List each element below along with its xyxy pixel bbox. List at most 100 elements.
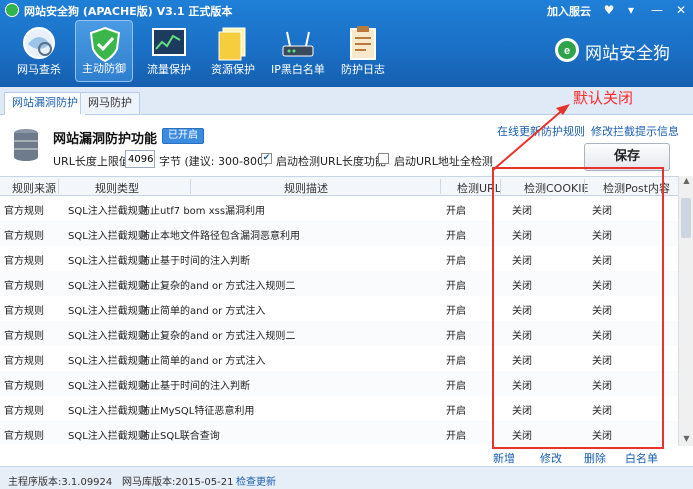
status-bar: 主程序版本:3.1.09924 网马库版本:2015-05-21 检查更新	[0, 466, 693, 489]
column-divider	[440, 179, 441, 194]
whitelist-link[interactable]: 白名单	[625, 450, 658, 466]
menu-icon[interactable]: ▾	[622, 2, 640, 18]
update-rules-link[interactable]: 在线更新防护规则	[497, 123, 585, 139]
table-cell: 官方规则	[4, 381, 44, 392]
table-cell: 官方规则	[4, 231, 44, 242]
nav-item-ip-list[interactable]: IP黑白名单	[269, 20, 327, 82]
table-cell: 防止复杂的and or 方式注入规则二	[140, 281, 296, 292]
check-url-full-label: 启动URL地址全检测	[394, 155, 493, 168]
table-cell: 官方规则	[4, 281, 44, 292]
scroll-thumb[interactable]	[681, 198, 691, 238]
add-rule-link[interactable]: 新增	[493, 450, 515, 466]
check-update-link[interactable]: 检查更新	[236, 473, 276, 488]
annotation-box	[492, 167, 664, 449]
table-cell: 开启	[446, 381, 466, 392]
table-cell: 开启	[446, 356, 466, 367]
main-version: 主程序版本:3.1.09924	[8, 477, 113, 488]
nav-label: 主动防御	[82, 62, 126, 75]
brand-name: 网站安全狗	[585, 44, 670, 64]
table-cell: SQL注入拦截规则	[68, 206, 148, 217]
nav-label: 资源保护	[211, 63, 255, 76]
table-cell: SQL注入拦截规则	[68, 306, 148, 317]
delete-rule-link[interactable]: 删除	[584, 450, 606, 466]
db-version: 网马库版本:2015-05-21	[122, 477, 234, 488]
app-header: 网站安全狗 (APACHE版) V3.1 正式版本 加入服云 ♥ ▾ — ✕ 网…	[0, 0, 693, 87]
table-cell: 开启	[446, 256, 466, 267]
scroll-up-icon[interactable]: ▲	[679, 176, 693, 188]
table-cell: 官方规则	[4, 406, 44, 417]
table-cell: SQL注入拦截规则	[68, 381, 148, 392]
table-cell: 防止简单的and or 方式注入	[140, 306, 266, 317]
close-button[interactable]: ✕	[672, 2, 690, 18]
tab-vuln-protect[interactable]: 网站漏洞防护	[4, 92, 86, 115]
url-limit-label: URL长度上限值:	[53, 155, 134, 168]
url-limit-input[interactable]	[125, 150, 155, 168]
app-title: 网站安全狗 (APACHE版) V3.1 正式版本	[24, 5, 233, 18]
table-cell: 官方规则	[4, 331, 44, 342]
traffic-chart-icon	[152, 28, 186, 56]
nav-label: 流量保护	[147, 63, 191, 76]
status-badge: 已开启	[162, 128, 204, 144]
table-cell: SQL注入拦截规则	[68, 331, 148, 342]
minimize-button[interactable]: —	[648, 2, 666, 18]
scroll-down-icon[interactable]: ▼	[679, 434, 693, 446]
clipboard-icon	[350, 26, 376, 60]
column-divider	[190, 179, 191, 194]
app-logo-icon	[5, 3, 19, 17]
column-divider	[58, 179, 59, 194]
feature-title: 网站漏洞防护功能	[53, 132, 158, 147]
table-cell: 官方规则	[4, 206, 44, 217]
table-cell: SQL注入拦截规则	[68, 231, 148, 242]
router-icon	[282, 31, 314, 57]
table-cell: SQL注入拦截规则	[68, 431, 148, 442]
table-cell: 开启	[446, 281, 466, 292]
check-url-full-checkbox[interactable]	[378, 153, 389, 164]
nav-label: 防护日志	[341, 63, 385, 76]
svg-text:e: e	[564, 45, 570, 57]
modify-block-message-link[interactable]: 修改拦截提示信息	[591, 123, 679, 139]
nav-item-traffic-protect[interactable]: 流量保护	[140, 20, 198, 82]
tab-trojan-protect[interactable]: 网马防护	[80, 92, 140, 114]
nav-item-protect-log[interactable]: 防护日志	[334, 20, 392, 82]
nav-item-trojan-scan[interactable]: 网马查杀	[10, 20, 68, 82]
database-icon	[14, 129, 38, 161]
table-cell: 防止本地文件路径包含漏洞恶意利用	[140, 231, 300, 242]
table-cell: 防止复杂的and or 方式注入规则二	[140, 331, 296, 342]
table-cell: 开启	[446, 231, 466, 242]
table-cell: 防止基于时间的注入判断	[140, 381, 250, 392]
table-cell: 防止MySQL特征恶意利用	[140, 406, 255, 417]
brand-logo-icon: e	[555, 38, 579, 62]
globe-scan-icon	[23, 27, 55, 59]
nav-label: 网马查杀	[17, 63, 61, 76]
table-cell: SQL注入拦截规则	[68, 356, 148, 367]
table-cell: SQL注入拦截规则	[68, 256, 148, 267]
column-header[interactable]: 规则来源	[12, 180, 56, 196]
table-cell: 防止utf7 bom xss漏洞利用	[140, 206, 266, 217]
table-cell: 开启	[446, 306, 466, 317]
table-cell: 防止基于时间的注入判断	[140, 256, 250, 267]
column-header[interactable]: 规则描述	[284, 180, 328, 196]
shield-icon	[89, 26, 121, 63]
nav-label: IP黑白名单	[271, 63, 325, 76]
join-cloud-link[interactable]: 加入服云	[547, 3, 591, 19]
check-url-length-checkbox[interactable]: ✔	[261, 153, 272, 164]
nav-item-active-defense[interactable]: 主动防御	[75, 20, 133, 82]
title-bar: 网站安全狗 (APACHE版) V3.1 正式版本 加入服云 ♥ ▾ — ✕	[0, 0, 693, 20]
table-cell: SQL注入拦截规则	[68, 281, 148, 292]
url-limit-note: 字节 (建议: 300-800)	[159, 155, 269, 168]
table-cell: 防止简单的and or 方式注入	[140, 356, 266, 367]
table-cell: 开启	[446, 406, 466, 417]
column-header[interactable]: 规则类型	[95, 180, 139, 196]
nav-item-resource-protect[interactable]: 资源保护	[204, 20, 262, 82]
check-url-length-label: 启动检测URL长度功能	[276, 155, 386, 168]
table-cell: SQL注入拦截规则	[68, 406, 148, 417]
table-cell: 官方规则	[4, 431, 44, 442]
vertical-scrollbar[interactable]: ▲ ▼	[678, 176, 693, 446]
table-cell: 官方规则	[4, 306, 44, 317]
edit-rule-link[interactable]: 修改	[540, 450, 562, 466]
table-cell: 开启	[446, 431, 466, 442]
table-cell: 开启	[446, 206, 466, 217]
folder-icon	[218, 27, 246, 61]
annotation-text: 默认关闭	[573, 89, 634, 107]
skin-icon[interactable]: ♥	[600, 2, 618, 18]
